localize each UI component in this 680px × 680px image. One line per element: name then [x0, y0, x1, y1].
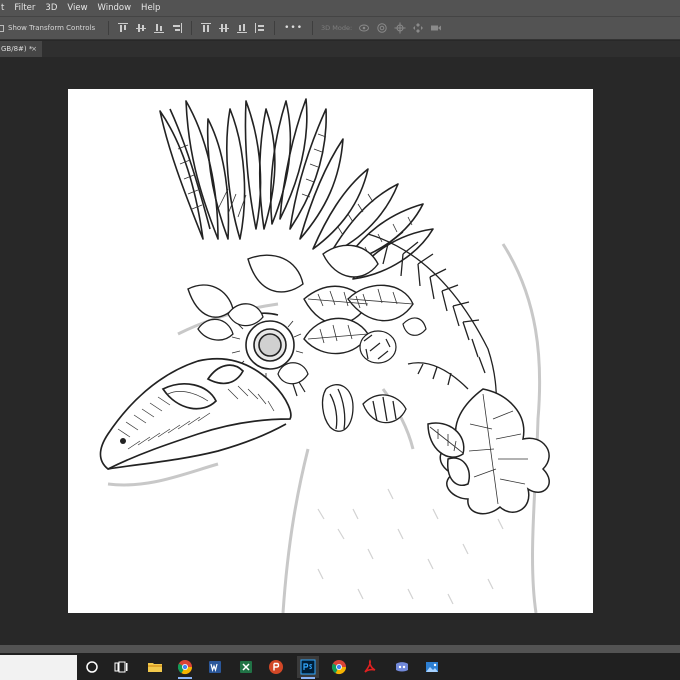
task-view-icon[interactable] [110, 656, 132, 678]
chrome-icon-2[interactable] [328, 656, 350, 678]
status-bar [0, 645, 680, 653]
document-tab[interactable]: GB/8#) * × [0, 41, 42, 57]
powerpoint-icon[interactable] [265, 656, 287, 678]
beak-nostril [120, 438, 126, 444]
menu-item-help[interactable]: Help [136, 0, 165, 16]
divider [191, 21, 193, 35]
photoshop-icon[interactable] [297, 656, 319, 679]
distribute-top-icon[interactable] [200, 22, 212, 34]
acrobat-icon[interactable] [359, 656, 381, 678]
video-3d-icon[interactable] [430, 22, 442, 34]
divider [274, 21, 276, 35]
word-icon[interactable] [204, 656, 226, 678]
pan-3d-icon[interactable] [394, 22, 406, 34]
slide-3d-icon[interactable] [412, 22, 424, 34]
workspace [0, 57, 680, 645]
align-right-icon[interactable] [171, 22, 183, 34]
menu-item-type[interactable]: t [0, 0, 9, 16]
distribute-vcenter-icon[interactable] [218, 22, 230, 34]
distribute-bottom-icon[interactable] [236, 22, 248, 34]
document-canvas[interactable] [68, 89, 593, 613]
photos-icon[interactable] [421, 656, 443, 678]
align-bottom-icon[interactable] [153, 22, 165, 34]
cortana-icon[interactable] [81, 656, 103, 678]
menu-item-3d[interactable]: 3D [40, 0, 62, 16]
3d-mode-label: 3D Mode: [321, 24, 353, 32]
divider [108, 21, 110, 35]
distribute-left-icon[interactable] [254, 22, 266, 34]
document-tab-title: GB/8#) * [1, 45, 33, 53]
menu-bar: t Filter 3D View Window Help [0, 0, 680, 16]
photoshop-window: t Filter 3D View Window Help Show Transf… [0, 0, 680, 680]
align-vcenter-icon[interactable] [135, 22, 147, 34]
show-transform-controls-label: Show Transform Controls [8, 24, 96, 32]
file-explorer-icon[interactable] [144, 656, 166, 678]
taskbar [0, 653, 680, 680]
bird-botanical-sketch [99, 98, 550, 613]
options-bar: Show Transform Controls ••• 3D Mode: [0, 16, 680, 40]
show-transform-controls-checkbox[interactable] [0, 24, 4, 32]
menu-item-view[interactable]: View [62, 0, 92, 16]
excel-icon[interactable] [235, 656, 257, 678]
roll-3d-icon[interactable] [376, 22, 388, 34]
menu-item-filter[interactable]: Filter [9, 0, 40, 16]
chrome-icon[interactable] [174, 656, 196, 679]
close-icon[interactable]: × [31, 41, 37, 57]
menu-item-window[interactable]: Window [93, 0, 137, 16]
divider [312, 21, 314, 35]
more-options-button[interactable]: ••• [284, 23, 303, 33]
taskbar-search-box[interactable] [0, 655, 77, 680]
orbit-3d-icon[interactable] [358, 22, 370, 34]
document-tab-strip: GB/8#) * × [0, 41, 680, 57]
align-top-icon[interactable] [117, 22, 129, 34]
discord-icon[interactable] [391, 656, 413, 678]
